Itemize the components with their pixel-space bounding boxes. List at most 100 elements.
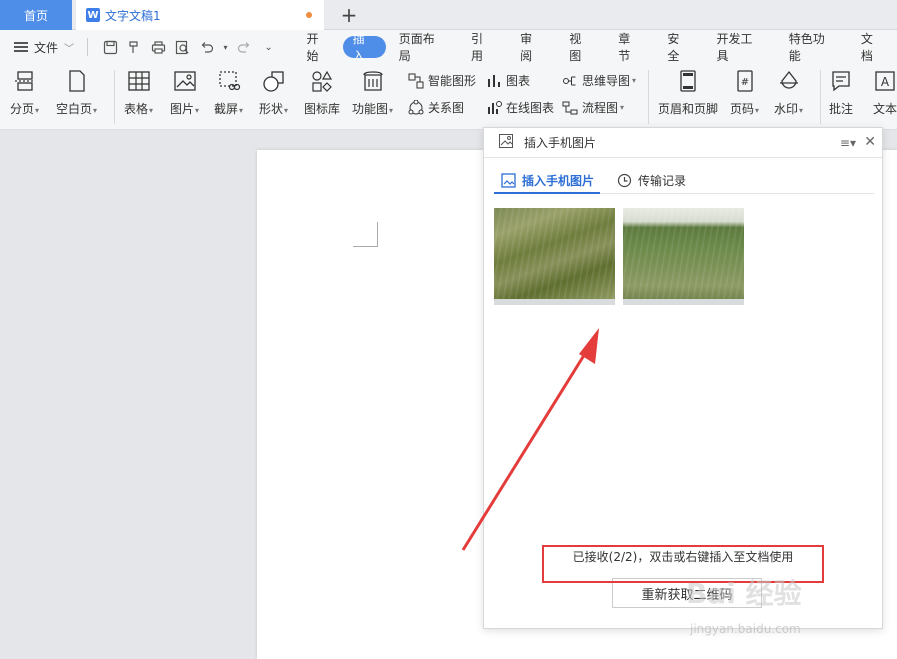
function-chart-icon (360, 68, 386, 94)
svg-text:#: # (740, 77, 748, 88)
new-tab-button[interactable]: + (338, 2, 360, 28)
online-chart-icon (486, 100, 502, 116)
screenshot-label: 截屏 (214, 102, 239, 116)
page-break-button[interactable]: 分页▾ (10, 68, 39, 117)
tab-review[interactable]: 审阅 (507, 32, 556, 63)
margin-corner-marker (353, 222, 378, 247)
file-menu[interactable]: 文件 ﹀ (0, 39, 83, 56)
page-number-button[interactable]: # 页码▾ (730, 68, 759, 117)
tab-developer[interactable]: 开发工具 (704, 32, 776, 63)
function-chart-label: 功能图 (352, 102, 389, 116)
hamburger-icon (14, 42, 28, 52)
flow-chart-label: 流程图 (582, 101, 619, 115)
chevron-down-icon: ﹀ (64, 43, 75, 55)
file-menu-label: 文件 (34, 40, 59, 55)
page-number-label: 页码 (730, 102, 755, 116)
save-icon[interactable] (102, 38, 120, 56)
received-photo-thumbnail[interactable] (494, 208, 615, 305)
title-bar: 首页 W 文字文稿1 + (0, 0, 897, 30)
baidu-watermark-logo: Bai 经验 (686, 577, 802, 610)
smart-shape-icon (408, 73, 424, 89)
insert-ribbon: 分页▾ 空白页▾ 表格▾ 图片▾ 截屏▾ 形状▾ 图标库 功能图▾ 智能图形 关… (0, 64, 897, 130)
mind-map-button[interactable]: 思维导图 ▾ (562, 72, 636, 89)
panel-menu-icon[interactable]: ≡▾ (840, 136, 856, 150)
tab-section[interactable]: 章节 (605, 32, 654, 63)
tab-page-layout[interactable]: 页面布局 (386, 32, 458, 63)
page-break-icon (12, 68, 38, 94)
chevron-down-icon[interactable]: ▾ (222, 38, 230, 56)
watermark-label: 水印 (774, 102, 799, 116)
header-footer-icon (675, 68, 701, 94)
divider (114, 70, 115, 124)
bar-chart-icon (486, 73, 502, 89)
divider (86, 38, 88, 56)
mind-map-label: 思维导图 (582, 74, 631, 88)
shape-icon (261, 68, 287, 94)
icon-library-label: 图标库 (304, 102, 341, 116)
tab-document[interactable]: 文档 (848, 32, 897, 63)
print-preview-icon[interactable] (174, 38, 192, 56)
header-footer-button[interactable]: 页眉和页脚 (658, 68, 718, 117)
grass-texture (494, 208, 615, 305)
tab-transfer-history-label: 传输记录 (638, 174, 687, 188)
close-icon[interactable]: ✕ (864, 134, 876, 150)
received-photo-thumbnail[interactable] (623, 208, 744, 305)
undo-icon[interactable] (198, 38, 216, 56)
text-box-button[interactable]: A 文本 (872, 68, 897, 117)
picture-button[interactable]: 图片▾ (170, 68, 199, 117)
format-painter-icon[interactable] (126, 38, 144, 56)
blank-page-button[interactable]: 空白页▾ (56, 68, 97, 117)
tab-insert[interactable]: 插入 (342, 32, 386, 63)
table-button[interactable]: 表格▾ (124, 68, 153, 117)
screenshot-button[interactable]: 截屏▾ (214, 68, 243, 117)
baidu-watermark-url: jingyan.baidu.com (690, 622, 801, 636)
watermark-button[interactable]: 水印▾ (774, 68, 803, 117)
tab-start[interactable]: 开始 (294, 32, 343, 63)
relation-chart-button[interactable]: 关系图 (408, 99, 464, 116)
ribbon-tabs: 开始 插入 页面布局 引用 审阅 视图 章节 安全 开发工具 特色功能 文档 (294, 32, 897, 63)
text-box-icon: A (872, 68, 897, 94)
smart-shape-button[interactable]: 智能图形 (408, 72, 476, 89)
relation-chart-icon (408, 99, 424, 116)
header-footer-label: 页眉和页脚 (658, 102, 719, 116)
table-label: 表格 (124, 102, 149, 116)
document-tab[interactable]: W 文字文稿1 (76, 0, 324, 30)
icon-library-button[interactable]: 图标库 (304, 68, 340, 117)
tab-transfer-history[interactable]: 传输记录 (610, 168, 692, 193)
screenshot-icon (216, 68, 242, 94)
online-chart-button[interactable]: 在线图表 (486, 99, 554, 116)
icon-library-icon (309, 68, 335, 94)
tab-features[interactable]: 特色功能 (776, 32, 848, 63)
home-tab[interactable]: 首页 (0, 0, 72, 30)
tab-insert-phone-picture[interactable]: 插入手机图片 (494, 168, 601, 194)
divider (820, 70, 821, 124)
quick-access-toolbar: ▾ ⌄ (102, 38, 278, 56)
mind-map-icon (562, 73, 578, 89)
panel-header: 插入手机图片 ≡▾ ✕ (484, 128, 882, 158)
tab-references[interactable]: 引用 (458, 32, 507, 63)
shape-button[interactable]: 形状▾ (259, 68, 288, 117)
table-icon (126, 68, 152, 94)
comment-button[interactable]: 批注 (828, 68, 854, 117)
field-texture (623, 208, 744, 305)
panel-title: 插入手机图片 (524, 136, 597, 150)
divider (648, 70, 649, 124)
picture-label: 图片 (170, 102, 195, 116)
print-icon[interactable] (150, 38, 168, 56)
flow-chart-button[interactable]: 流程图 ▾ (562, 99, 624, 116)
function-chart-button[interactable]: 功能图▾ (352, 68, 393, 117)
redo-icon[interactable] (236, 38, 254, 56)
customize-toolbar-icon[interactable]: ⌄ (260, 38, 278, 56)
tab-security[interactable]: 安全 (654, 32, 703, 63)
shape-label: 形状 (259, 102, 284, 116)
wps-writer-icon: W (86, 8, 100, 22)
picture-icon (500, 172, 516, 188)
online-chart-label: 在线图表 (506, 101, 555, 115)
tab-view[interactable]: 视图 (556, 32, 605, 63)
annotation-arrow (461, 328, 599, 551)
tab-insert-phone-picture-label: 插入手机图片 (522, 173, 595, 188)
clock-icon (616, 173, 632, 189)
chart-button[interactable]: 图表 (486, 72, 530, 89)
thumbnail-caption-bar (494, 299, 615, 305)
page-break-label: 分页 (10, 102, 35, 116)
